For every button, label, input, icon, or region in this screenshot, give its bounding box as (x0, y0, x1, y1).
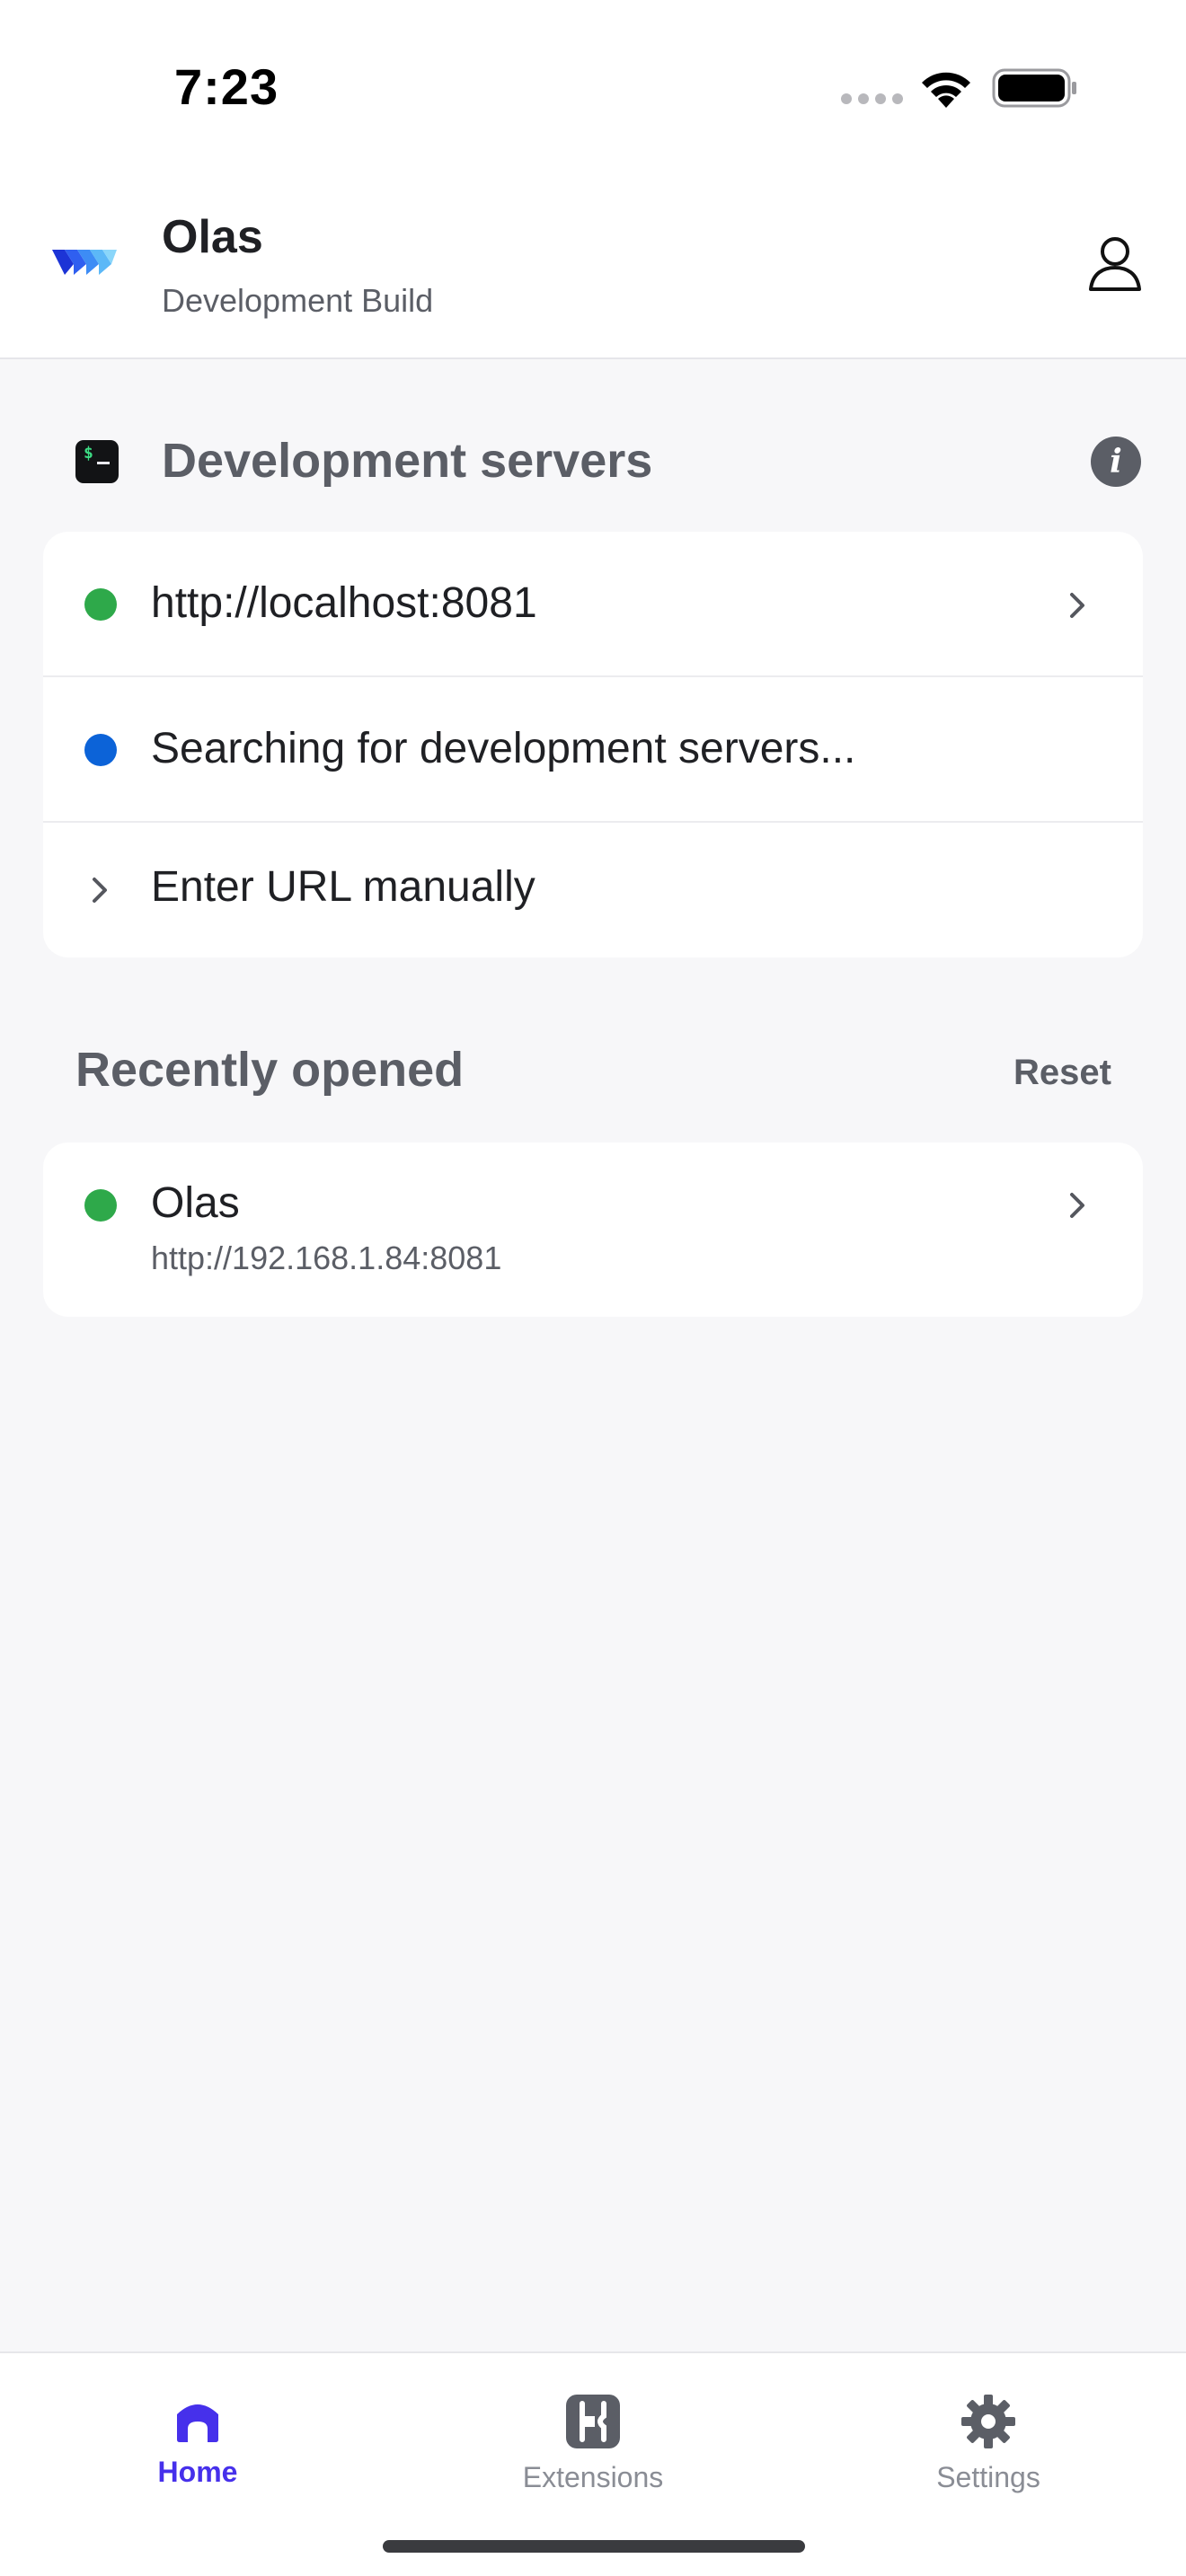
wifi-icon (922, 72, 970, 108)
tab-label: Extensions (522, 2461, 664, 2493)
recent-item[interactable]: Olas http://192.168.1.84:8081 (43, 1142, 1143, 1317)
status-bar: 7:23 (0, 0, 1186, 162)
gear-icon (961, 2395, 1015, 2448)
server-row-searching: Searching for development servers... (43, 677, 1143, 823)
extensions-icon (566, 2395, 620, 2448)
battery-icon (992, 68, 1076, 108)
home-indicator (383, 2540, 805, 2553)
chevron-right-icon (1070, 1193, 1084, 1218)
recent-item-url: http://192.168.1.84:8081 (151, 1239, 502, 1276)
cellular-signal-icon (841, 93, 903, 104)
app-header: Olas Development Build (0, 162, 1186, 359)
tab-home[interactable]: Home (63, 2373, 332, 2517)
tab-settings[interactable]: Settings (854, 2373, 1123, 2517)
tab-extensions[interactable]: Extensions (458, 2373, 728, 2517)
status-time: 7:23 (174, 58, 279, 115)
tab-label: Settings (936, 2461, 1040, 2493)
server-url: http://localhost:8081 (151, 579, 537, 627)
home-icon (177, 2404, 218, 2442)
app-title: Olas (162, 211, 263, 263)
app-subtitle: Development Build (162, 282, 434, 319)
reset-button[interactable]: Reset (1013, 1053, 1111, 1093)
status-dot-blue (84, 734, 117, 766)
info-icon[interactable]: i (1091, 437, 1141, 487)
recent-item-name: Olas (151, 1179, 240, 1227)
terminal-icon: $ (75, 440, 119, 483)
olas-logo-icon (52, 250, 117, 275)
tab-label: Home (157, 2456, 238, 2488)
recent-card: Olas http://192.168.1.84:8081 (43, 1142, 1143, 1317)
recently-opened-title: Recently opened (75, 1043, 465, 1097)
dev-servers-card: http://localhost:8081 Searching for deve… (43, 532, 1143, 957)
enter-url-row[interactable]: Enter URL manually (43, 823, 1143, 957)
searching-label: Searching for development servers... (151, 725, 856, 772)
enter-url-label: Enter URL manually (151, 863, 535, 911)
dev-servers-title: Development servers (162, 434, 653, 488)
chevron-right-icon (93, 878, 107, 903)
chevron-right-icon (1070, 593, 1084, 618)
app-screen: 7:23 Olas Development Build $ Developmen… (0, 0, 1186, 2576)
user-icon[interactable] (1085, 234, 1145, 293)
server-row-localhost[interactable]: http://localhost:8081 (43, 532, 1143, 677)
status-dot-green (84, 1189, 117, 1222)
status-dot-green (84, 588, 117, 621)
